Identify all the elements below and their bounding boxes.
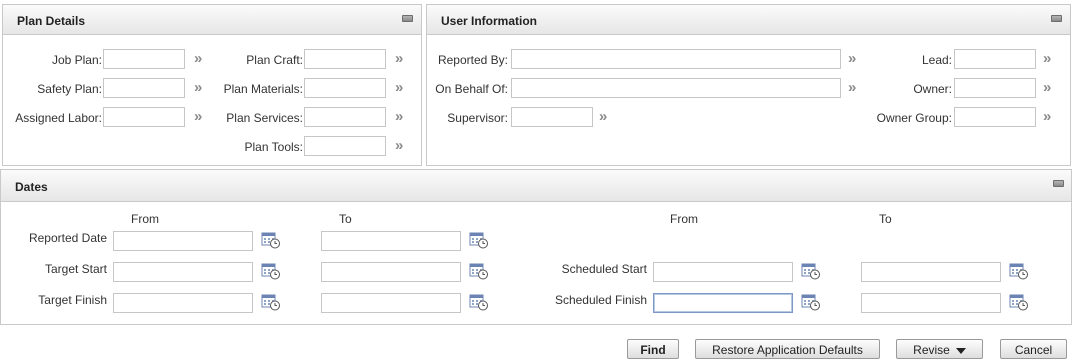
dates-header: Dates bbox=[1, 170, 1071, 202]
plan-services-label: Plan Services: bbox=[226, 111, 303, 125]
target-start-from-input[interactable] bbox=[113, 262, 253, 282]
plan-details-panel: Plan Details Job Plan: » Safety Plan: » … bbox=[2, 4, 422, 166]
assigned-labor-input[interactable] bbox=[103, 107, 185, 127]
target-finish-to-input[interactable] bbox=[321, 293, 461, 313]
owner-lookup-icon[interactable]: » bbox=[1043, 80, 1057, 95]
supervisor-label: Supervisor: bbox=[447, 111, 508, 125]
target-finish-label: Target Finish bbox=[38, 293, 107, 307]
user-information-header: User Information bbox=[427, 5, 1070, 35]
dates-title: Dates bbox=[15, 180, 48, 194]
assigned-labor-lookup-icon[interactable]: » bbox=[194, 109, 208, 124]
assigned-labor-label: Assigned Labor: bbox=[15, 111, 102, 125]
revise-button[interactable]: Revise bbox=[896, 339, 983, 359]
plan-materials-input[interactable] bbox=[304, 78, 386, 98]
lead-label: Lead: bbox=[921, 53, 952, 67]
cancel-button[interactable]: Cancel bbox=[1000, 339, 1067, 359]
to-column-label: To bbox=[339, 212, 352, 226]
plan-craft-lookup-icon[interactable]: » bbox=[395, 51, 409, 66]
from-column-label: From bbox=[131, 212, 159, 226]
to-column-label: To bbox=[879, 212, 892, 226]
calendar-icon[interactable] bbox=[469, 262, 489, 280]
on-behalf-of-lookup-icon[interactable]: » bbox=[848, 80, 862, 95]
user-information-title: User Information bbox=[441, 14, 538, 28]
plan-materials-lookup-icon[interactable]: » bbox=[395, 80, 409, 95]
lead-lookup-icon[interactable]: » bbox=[1043, 51, 1057, 66]
supervisor-lookup-icon[interactable]: » bbox=[599, 109, 613, 124]
scheduled-start-label: Scheduled Start bbox=[561, 262, 647, 276]
supervisor-input[interactable] bbox=[511, 107, 593, 127]
collapse-icon[interactable] bbox=[1053, 180, 1064, 187]
owner-group-input[interactable] bbox=[954, 107, 1036, 127]
on-behalf-of-input[interactable] bbox=[511, 78, 841, 98]
plan-services-input[interactable] bbox=[304, 107, 386, 127]
safety-plan-label: Safety Plan: bbox=[37, 82, 102, 96]
on-behalf-of-label: On Behalf Of: bbox=[435, 82, 508, 96]
calendar-icon[interactable] bbox=[801, 262, 821, 280]
reported-by-label: Reported By: bbox=[437, 53, 508, 67]
scheduled-finish-label: Scheduled Finish bbox=[554, 293, 647, 307]
target-start-to-input[interactable] bbox=[321, 262, 461, 282]
collapse-icon[interactable] bbox=[1051, 15, 1062, 22]
calendar-icon[interactable] bbox=[261, 262, 281, 280]
scheduled-start-to-input[interactable] bbox=[861, 262, 1001, 282]
target-start-label: Target Start bbox=[44, 262, 107, 276]
scheduled-finish-from-input[interactable] bbox=[653, 293, 793, 313]
plan-materials-label: Plan Materials: bbox=[223, 82, 303, 96]
target-finish-from-input[interactable] bbox=[113, 293, 253, 313]
plan-craft-input[interactable] bbox=[304, 49, 386, 69]
job-plan-label: Job Plan: bbox=[51, 53, 102, 67]
safety-plan-lookup-icon[interactable]: » bbox=[194, 80, 208, 95]
find-button[interactable]: Find bbox=[627, 339, 679, 359]
revise-button-label: Revise bbox=[913, 343, 950, 357]
calendar-icon[interactable] bbox=[801, 293, 821, 311]
dates-panel: Dates From To From To Reported Date Targ… bbox=[0, 169, 1072, 325]
job-plan-input[interactable] bbox=[103, 49, 185, 69]
scheduled-finish-to-input[interactable] bbox=[861, 293, 1001, 313]
plan-craft-label: Plan Craft: bbox=[246, 53, 303, 67]
calendar-icon[interactable] bbox=[469, 293, 489, 311]
job-plan-lookup-icon[interactable]: » bbox=[194, 51, 208, 66]
calendar-icon[interactable] bbox=[469, 231, 489, 249]
plan-tools-label: Plan Tools: bbox=[244, 140, 303, 154]
collapse-icon[interactable] bbox=[402, 15, 413, 22]
restore-defaults-button[interactable]: Restore Application Defaults bbox=[695, 339, 880, 359]
reported-by-input[interactable] bbox=[511, 49, 841, 69]
reported-date-label: Reported Date bbox=[28, 231, 107, 245]
owner-group-label: Owner Group: bbox=[876, 111, 952, 125]
from-column-label: From bbox=[670, 212, 698, 226]
plan-details-title: Plan Details bbox=[17, 14, 86, 28]
owner-input[interactable] bbox=[954, 78, 1036, 98]
plan-tools-lookup-icon[interactable]: » bbox=[395, 138, 409, 153]
safety-plan-input[interactable] bbox=[103, 78, 185, 98]
lead-input[interactable] bbox=[954, 49, 1036, 69]
plan-tools-input[interactable] bbox=[304, 136, 386, 156]
reported-date-from-input[interactable] bbox=[113, 231, 253, 251]
reported-by-lookup-icon[interactable]: » bbox=[848, 51, 862, 66]
calendar-icon[interactable] bbox=[1009, 262, 1029, 280]
calendar-icon[interactable] bbox=[261, 293, 281, 311]
chevron-down-icon bbox=[955, 347, 966, 354]
owner-label: Owner: bbox=[913, 82, 952, 96]
plan-services-lookup-icon[interactable]: » bbox=[395, 109, 409, 124]
user-information-panel: User Information Reported By: » On Behal… bbox=[426, 4, 1071, 166]
plan-details-header: Plan Details bbox=[3, 5, 421, 35]
calendar-icon[interactable] bbox=[261, 231, 281, 249]
reported-date-to-input[interactable] bbox=[321, 231, 461, 251]
calendar-icon[interactable] bbox=[1009, 293, 1029, 311]
owner-group-lookup-icon[interactable]: » bbox=[1043, 109, 1057, 124]
scheduled-start-from-input[interactable] bbox=[653, 262, 793, 282]
